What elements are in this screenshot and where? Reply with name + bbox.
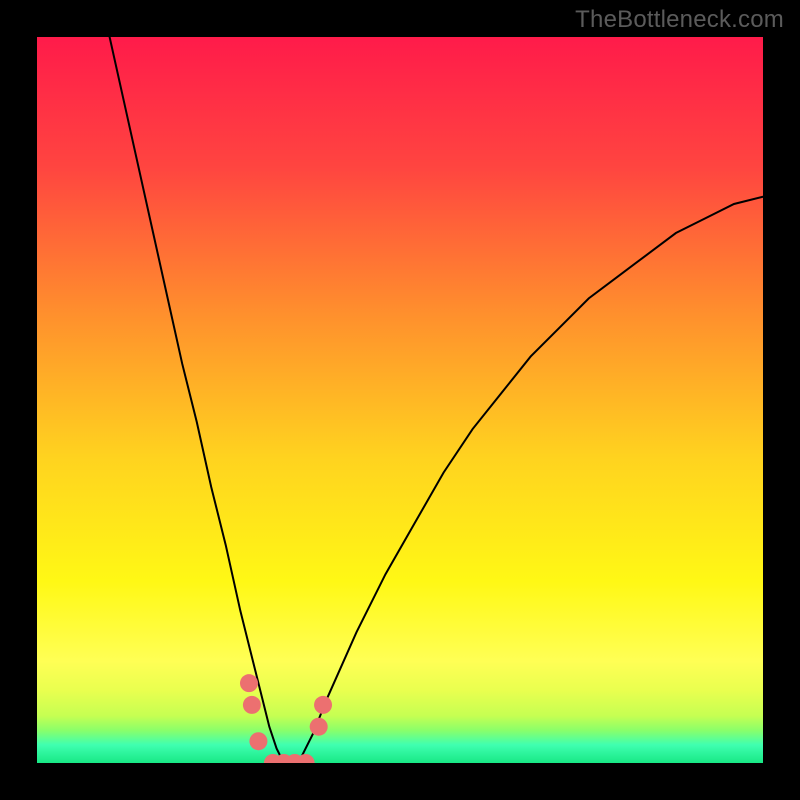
valley-marker bbox=[243, 696, 261, 714]
watermark-text: TheBottleneck.com bbox=[575, 6, 784, 34]
chart-svg bbox=[37, 37, 763, 763]
valley-marker bbox=[240, 674, 258, 692]
valley-marker bbox=[249, 732, 267, 750]
bottleneck-curve bbox=[110, 37, 763, 763]
valley-marker bbox=[310, 718, 328, 736]
chart-plot-area bbox=[37, 37, 763, 763]
valley-marker bbox=[314, 696, 332, 714]
chart-frame: TheBottleneck.com bbox=[0, 0, 800, 800]
